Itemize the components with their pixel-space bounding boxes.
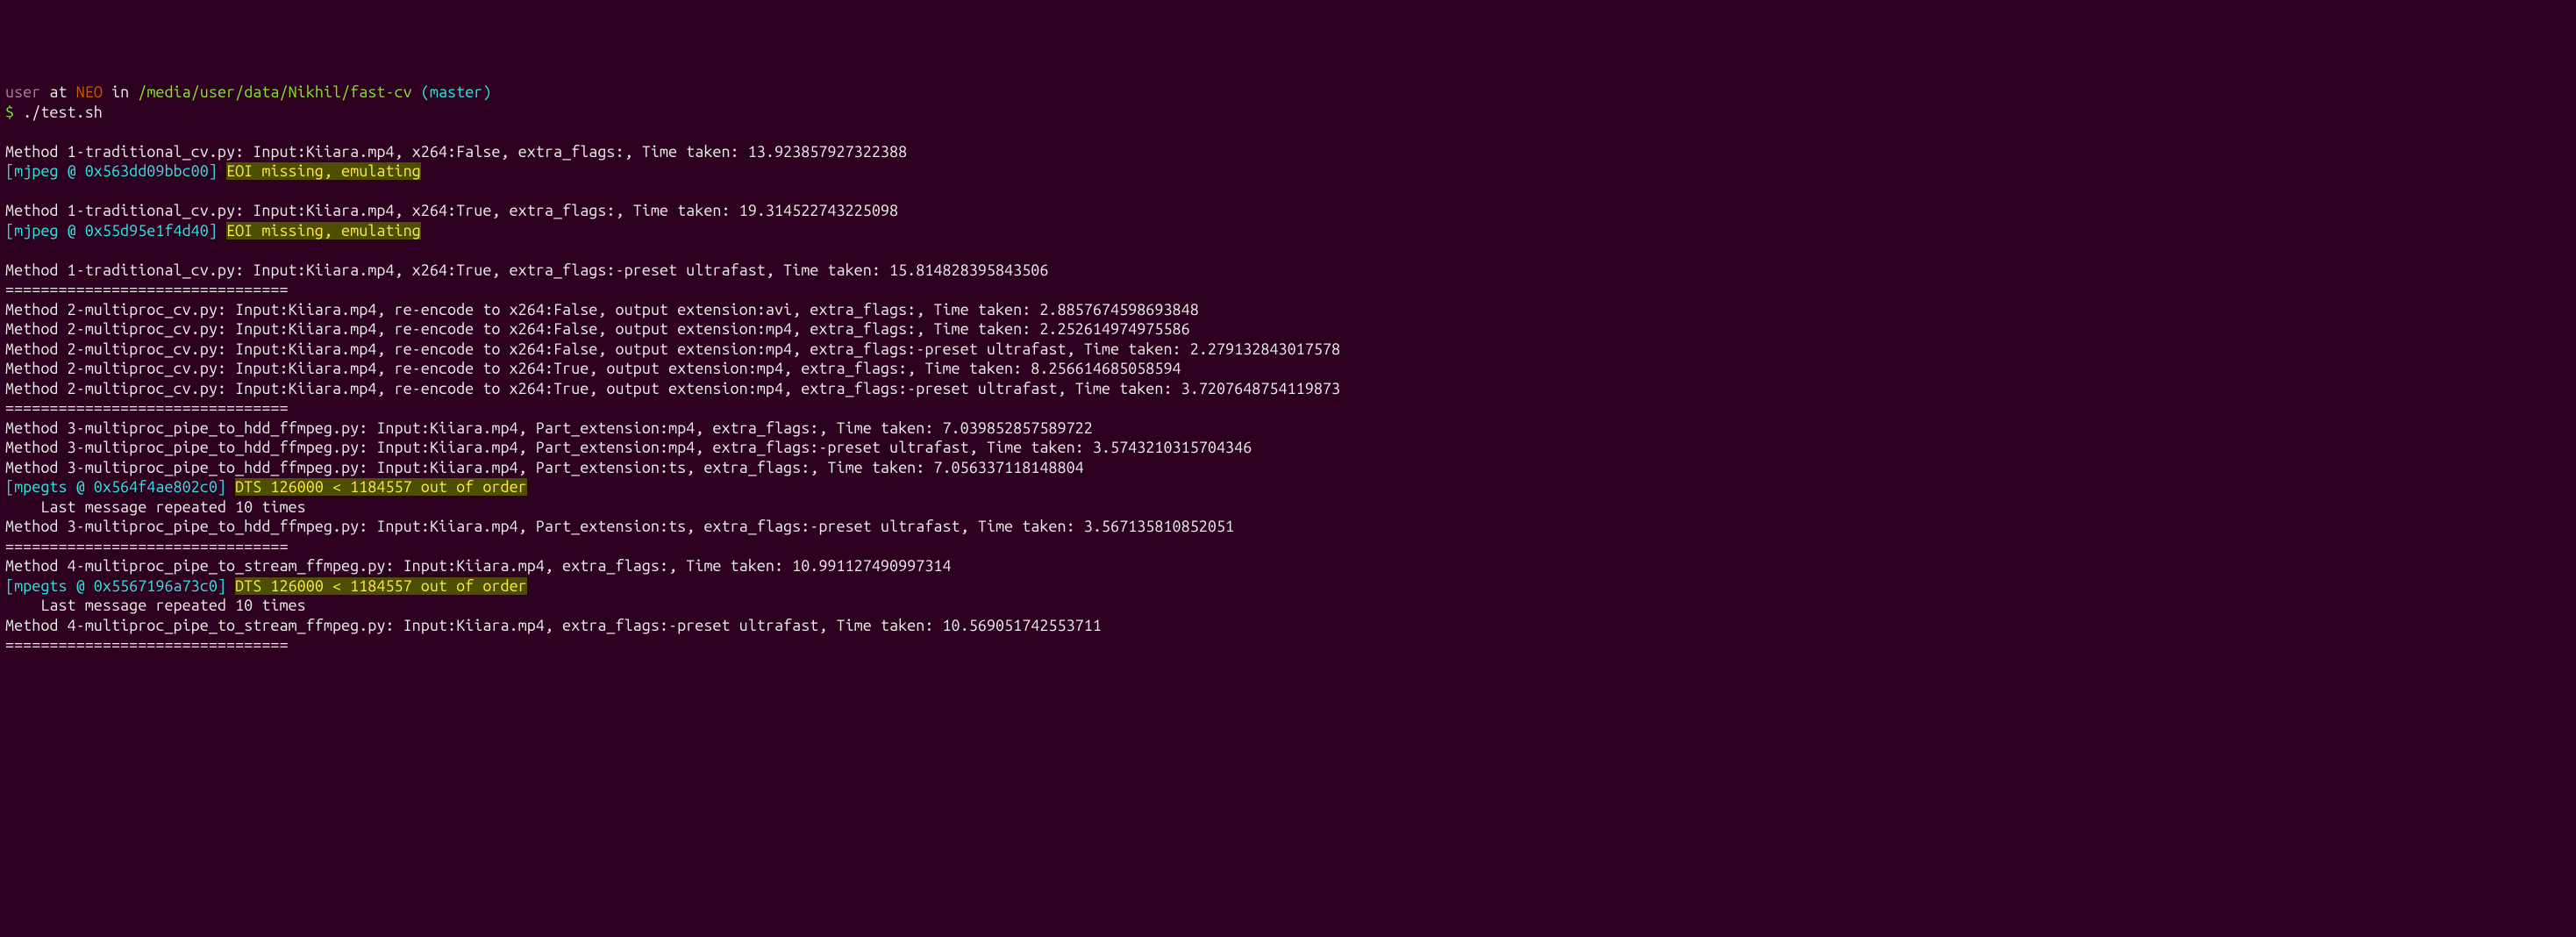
prompt-line: user at NEO in /media/user/data/Nikhil/f… [5, 82, 2571, 103]
output-line: Method 2-multiproc_cv.py: Input:Kiiara.m… [5, 300, 2571, 320]
output-line: Method 2-multiproc_cv.py: Input:Kiiara.m… [5, 359, 2571, 379]
ffmpeg-tag: [mpegts @ 0x5567196a73c0] [5, 577, 235, 595]
separator-line: ================================ [5, 537, 2571, 557]
prompt-branch: master [430, 83, 482, 101]
ffmpeg-tag: [mjpeg @ 0x563dd09bbc00] [5, 162, 226, 180]
warning-line: [mjpeg @ 0x55d95e1f4d40] EOI missing, em… [5, 221, 2571, 241]
output-line: Method 3-multiproc_pipe_to_hdd_ffmpeg.py… [5, 438, 2571, 458]
output-line: Last message repeated 10 times [5, 596, 2571, 616]
branch-open: ( [412, 83, 430, 101]
command-line: $ ./test.sh [5, 103, 2571, 123]
blank-line [5, 182, 2571, 202]
ffmpeg-tag: [mpegts @ 0x564f4ae802c0] [5, 478, 235, 496]
ffmpeg-tag: [mjpeg @ 0x55d95e1f4d40] [5, 222, 226, 240]
prompt-at: at [40, 83, 75, 101]
ffmpeg-warning: DTS 126000 < 1184557 out of order [235, 478, 527, 496]
warning-line: [mpegts @ 0x564f4ae802c0] DTS 126000 < 1… [5, 477, 2571, 497]
prompt-dollar: $ [5, 104, 23, 121]
output-line: Method 2-multiproc_cv.py: Input:Kiiara.m… [5, 379, 2571, 399]
separator-line: ================================ [5, 280, 2571, 300]
output-line: Last message repeated 10 times [5, 497, 2571, 518]
command-text: ./test.sh [23, 104, 103, 121]
warning-line: [mpegts @ 0x5567196a73c0] DTS 126000 < 1… [5, 576, 2571, 597]
terminal-output[interactable]: user at NEO in /media/user/data/Nikhil/f… [5, 82, 2571, 655]
output-line: Method 1-traditional_cv.py: Input:Kiiara… [5, 201, 2571, 221]
output-line: Method 2-multiproc_cv.py: Input:Kiiara.m… [5, 319, 2571, 340]
output-line: Method 4-multiproc_pipe_to_stream_ffmpeg… [5, 556, 2571, 576]
ffmpeg-warning: EOI missing, emulating [226, 162, 421, 180]
output-line: Method 3-multiproc_pipe_to_hdd_ffmpeg.py… [5, 418, 2571, 439]
ffmpeg-warning: EOI missing, emulating [226, 222, 421, 240]
branch-close: ) [482, 83, 491, 101]
blank-line [5, 122, 2571, 142]
output-line: Method 4-multiproc_pipe_to_stream_ffmpeg… [5, 616, 2571, 636]
prompt-host: NEO [76, 83, 103, 101]
separator-line: ================================ [5, 635, 2571, 655]
output-line: Method 1-traditional_cv.py: Input:Kiiara… [5, 142, 2571, 162]
warning-line: [mjpeg @ 0x563dd09bbc00] EOI missing, em… [5, 161, 2571, 182]
output-line: Method 3-multiproc_pipe_to_hdd_ffmpeg.py… [5, 458, 2571, 478]
output-line: Method 3-multiproc_pipe_to_hdd_ffmpeg.py… [5, 517, 2571, 537]
separator-line: ================================ [5, 398, 2571, 418]
blank-line [5, 240, 2571, 261]
prompt-user: user [5, 83, 40, 101]
ffmpeg-warning: DTS 126000 < 1184557 out of order [235, 577, 527, 595]
output-line: Method 2-multiproc_cv.py: Input:Kiiara.m… [5, 340, 2571, 360]
prompt-path: /media/user/data/Nikhil/fast-cv [138, 83, 411, 101]
output-line: Method 1-traditional_cv.py: Input:Kiiara… [5, 261, 2571, 281]
prompt-in: in [103, 83, 138, 101]
